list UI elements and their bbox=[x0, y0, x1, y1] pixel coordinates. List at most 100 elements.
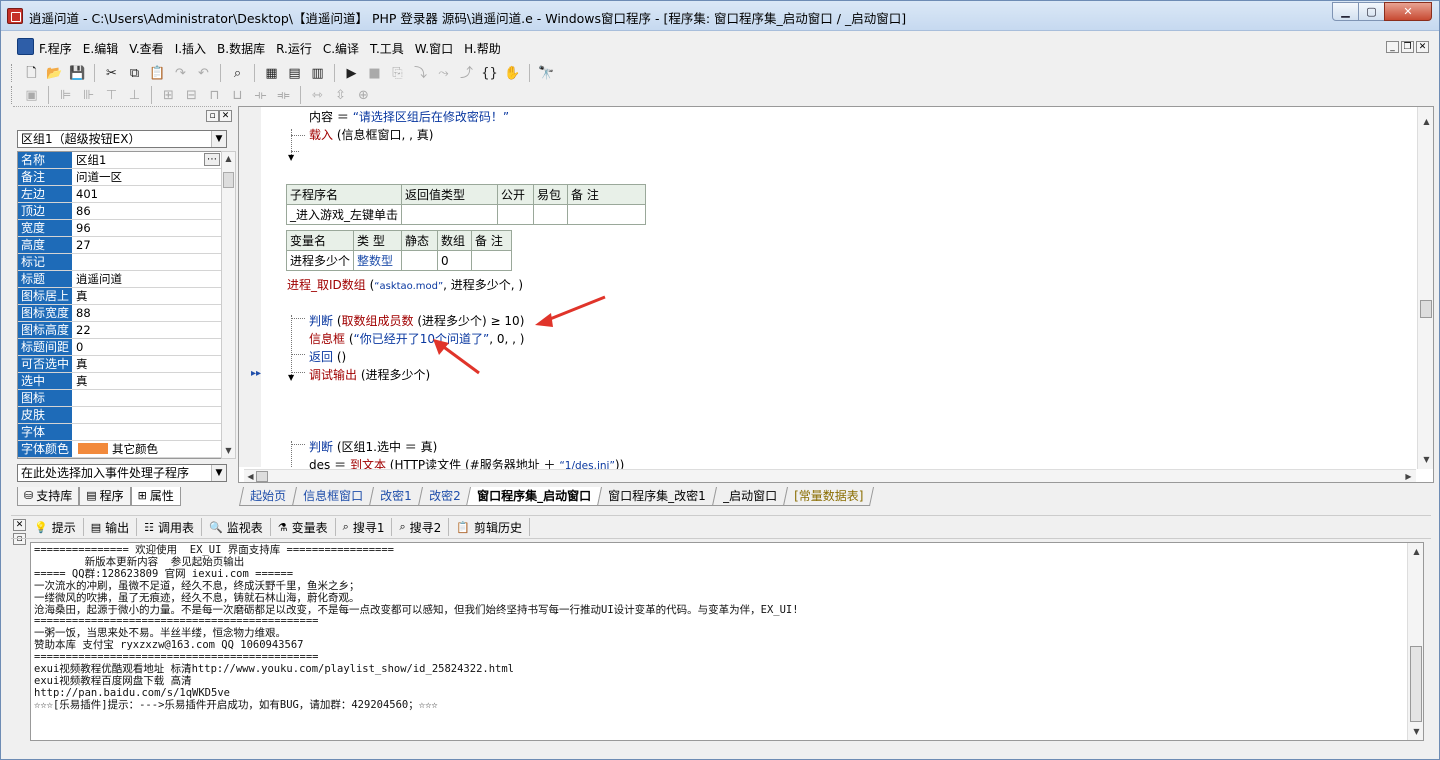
tab-startup-window-module[interactable]: 窗口程序集_启动窗口 bbox=[466, 487, 603, 506]
align-right-icon[interactable]: ⊪ bbox=[79, 86, 98, 105]
scroll-right-icon[interactable]: ▶ bbox=[1402, 470, 1415, 482]
mdi-minimize-button[interactable]: _ bbox=[1386, 41, 1399, 53]
property-value[interactable]: 96 bbox=[73, 220, 222, 236]
tab-clip-history[interactable]: 📋 剪辑历史 bbox=[449, 518, 530, 536]
object-select[interactable]: 区组1（超级按钮EX） ▼ bbox=[17, 130, 227, 148]
step-into-icon[interactable]: ⤵ bbox=[411, 64, 430, 83]
size-both-icon[interactable]: ⊕ bbox=[354, 86, 373, 105]
property-value[interactable]: 逍遥问道 bbox=[73, 271, 222, 287]
ellipsis-button[interactable]: ⋯ bbox=[204, 153, 220, 166]
table-cell[interactable]: 进程多少个 bbox=[285, 250, 355, 271]
property-value[interactable]: 22 bbox=[73, 322, 222, 338]
property-scrollbar[interactable]: ▲ ▼ bbox=[221, 151, 236, 459]
property-value[interactable] bbox=[73, 390, 222, 406]
property-row[interactable]: 图标宽度 88 bbox=[18, 305, 222, 322]
align-top-icon[interactable]: ⊤ bbox=[102, 86, 121, 105]
run-icon[interactable]: ▶ bbox=[342, 64, 361, 83]
mdi-restore-button[interactable]: ❐ bbox=[1401, 41, 1414, 53]
property-row[interactable]: 顶边 86 bbox=[18, 203, 222, 220]
space-v-icon[interactable]: ⟚ bbox=[274, 86, 293, 105]
tab-support-library[interactable]: ⛁ 支持库 bbox=[17, 487, 80, 506]
code-line-if-selected[interactable]: 判断 (区组1.选中 ＝ 真) bbox=[309, 438, 437, 455]
code-area[interactable]: ▼ ▼ 内容 ＝ “请选择区组后在修改密码！” 载入 (信息框窗口, , 真) … bbox=[261, 107, 1413, 472]
layout-grid-icon[interactable]: ▥ bbox=[308, 64, 327, 83]
table-cell[interactable]: 数组 bbox=[437, 230, 473, 251]
property-value[interactable]: 真 bbox=[73, 373, 222, 389]
code-line-if-count[interactable]: 判断 (取数组成员数 (进程多少个) ≥ 10) bbox=[309, 312, 524, 329]
table-cell[interactable] bbox=[533, 204, 569, 225]
align-bottom-icon[interactable]: ⊥ bbox=[125, 86, 144, 105]
table-cell[interactable]: 公开 bbox=[497, 184, 535, 205]
editor-horizontal-scrollbar[interactable]: ◀ ▶ bbox=[244, 469, 1416, 482]
code-editor[interactable]: ▸▸ ▼ ▼ 内容 ＝ “请选择区组后在修改密码！” 载入 (信息框窗口, , … bbox=[238, 106, 1434, 483]
menu-insert[interactable]: I.插入 bbox=[175, 40, 206, 57]
center-h-icon[interactable]: ⊞ bbox=[159, 86, 178, 105]
new-file-icon[interactable]: 🗋 bbox=[22, 64, 41, 83]
title-bar[interactable]: 逍遥问道 - C:\Users\Administrator\Desktop\【逍… bbox=[1, 1, 1439, 31]
close-button[interactable]: ✕ bbox=[1384, 2, 1432, 21]
chevron-down-icon[interactable]: ▼ bbox=[211, 131, 226, 147]
property-row[interactable]: 字体颜色 其它颜色 bbox=[18, 441, 222, 458]
tab-call-stack[interactable]: ☷ 调用表 bbox=[137, 518, 203, 536]
property-row[interactable]: 名称 区组1 ⋯ bbox=[18, 152, 222, 169]
table-cell[interactable]: 整数型 bbox=[353, 250, 403, 271]
scroll-down-icon[interactable]: ▼ bbox=[1420, 453, 1433, 466]
scroll-up-icon[interactable]: ▲ bbox=[222, 152, 235, 165]
table-cell[interactable]: 返回值类型 bbox=[401, 184, 499, 205]
table-cell[interactable]: 0 bbox=[437, 250, 473, 271]
tab-properties[interactable]: ⊞ 属性 bbox=[130, 487, 181, 506]
tab-msgbox-window[interactable]: 信息框窗口 bbox=[291, 487, 375, 506]
open-folder-icon[interactable]: 📂 bbox=[45, 64, 64, 83]
tab-change-pwd-1[interactable]: 改密1 bbox=[369, 487, 423, 506]
output-text[interactable]: =============== 欢迎使用 EX_UI 界面支持库 =======… bbox=[34, 544, 1404, 712]
hand-icon[interactable]: ✋ bbox=[503, 64, 522, 83]
property-row[interactable]: 图标高度 22 bbox=[18, 322, 222, 339]
table-cell[interactable] bbox=[497, 204, 535, 225]
center-v-icon[interactable]: ⊟ bbox=[182, 86, 201, 105]
property-value[interactable] bbox=[73, 407, 222, 423]
doc-logo-icon[interactable] bbox=[17, 38, 34, 55]
code-line-content[interactable]: 内容 ＝ “请选择区组后在修改密码！” bbox=[309, 108, 509, 125]
property-value[interactable]: 区组1 ⋯ bbox=[73, 152, 222, 168]
property-value[interactable]: 其它颜色 bbox=[73, 441, 222, 457]
tab-watch[interactable]: 🔍 监视表 bbox=[202, 518, 271, 536]
paste-icon[interactable]: 📋 bbox=[148, 64, 167, 83]
minimize-button[interactable]: ▁ bbox=[1332, 2, 1359, 21]
property-row[interactable]: 选中真 bbox=[18, 373, 222, 390]
property-value[interactable] bbox=[73, 254, 222, 270]
panel-close-button[interactable]: ✕ bbox=[219, 110, 232, 122]
editor-vertical-scrollbar[interactable]: ▲ ▼ bbox=[1417, 107, 1433, 469]
property-row[interactable]: 图标 bbox=[18, 390, 222, 407]
property-row[interactable]: 可否选中真 bbox=[18, 356, 222, 373]
table-cell[interactable]: 子程序名 bbox=[285, 184, 403, 205]
space-h-icon[interactable]: ⟛ bbox=[251, 86, 270, 105]
menu-edit[interactable]: E.编辑 bbox=[83, 40, 118, 57]
menu-window[interactable]: W.窗口 bbox=[415, 40, 453, 57]
same-width-icon[interactable]: ⊓ bbox=[205, 86, 224, 105]
scroll-thumb[interactable] bbox=[1410, 646, 1422, 722]
size-width-icon[interactable]: ⇿ bbox=[308, 86, 327, 105]
editor-gutter[interactable]: ▸▸ bbox=[239, 107, 261, 467]
menu-view[interactable]: V.查看 bbox=[129, 40, 163, 57]
table-cell[interactable]: 备 注 bbox=[471, 230, 513, 251]
copy-icon[interactable]: ⧉ bbox=[125, 64, 144, 83]
table-cell[interactable]: 静态 bbox=[401, 230, 439, 251]
tab-search-1[interactable]: ⌕ 搜寻1 bbox=[336, 518, 393, 536]
property-row[interactable]: 备注 问道一区 bbox=[18, 169, 222, 186]
save-icon[interactable]: 💾 bbox=[68, 64, 87, 83]
property-row[interactable]: 图标居上真 bbox=[18, 288, 222, 305]
scroll-up-icon[interactable]: ▲ bbox=[1420, 115, 1433, 128]
redo-icon[interactable]: ↷ bbox=[171, 64, 190, 83]
toolbar-grip[interactable] bbox=[11, 64, 14, 82]
property-row[interactable]: 标题 逍遥问道 bbox=[18, 271, 222, 288]
output-scrollbar[interactable]: ▲ ▼ bbox=[1407, 543, 1423, 740]
table-cell[interactable]: 类 型 bbox=[353, 230, 403, 251]
scroll-thumb[interactable] bbox=[1420, 300, 1432, 318]
breakpoint-icon[interactable]: {} bbox=[480, 64, 499, 83]
table-cell[interactable]: 变量名 bbox=[285, 230, 355, 251]
menu-program[interactable]: F.程序 bbox=[39, 40, 72, 57]
code-line-return[interactable]: 返回 () bbox=[309, 348, 346, 365]
scroll-thumb[interactable] bbox=[256, 471, 268, 482]
property-value[interactable]: 问道一区 bbox=[73, 169, 222, 185]
layout-split-icon[interactable]: ▤ bbox=[285, 64, 304, 83]
